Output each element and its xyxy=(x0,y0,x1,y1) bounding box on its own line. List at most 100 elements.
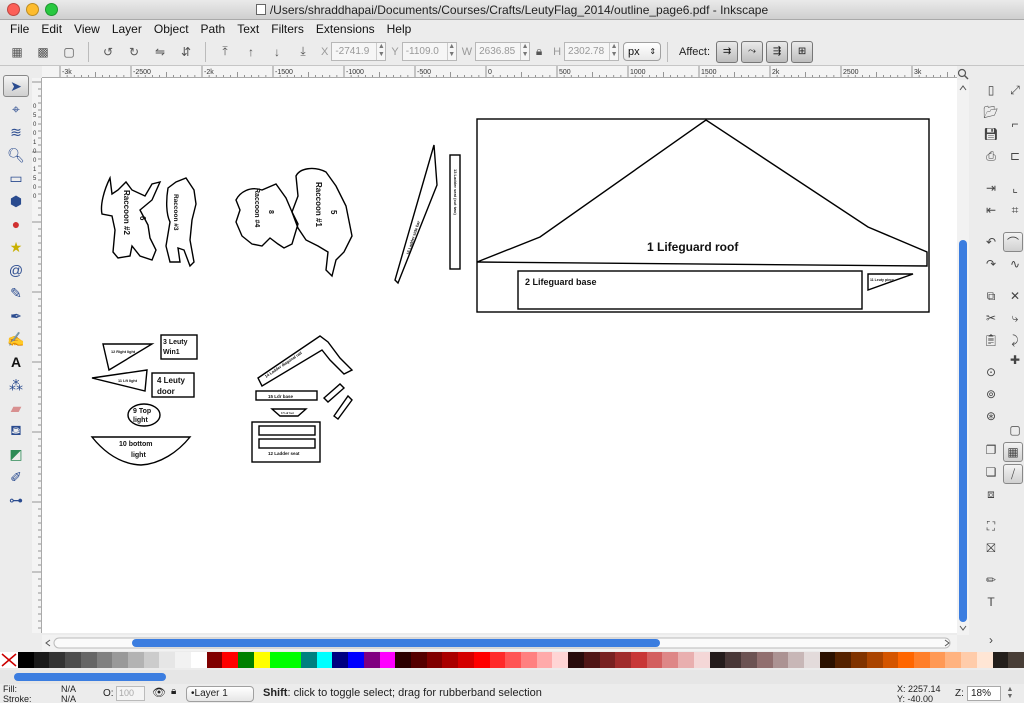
color-swatch[interactable] xyxy=(473,652,490,668)
color-swatch[interactable] xyxy=(772,652,789,668)
color-swatch[interactable] xyxy=(159,652,176,668)
ladder-small-piece-2[interactable] xyxy=(333,394,353,420)
deselect-icon[interactable]: ▢ xyxy=(58,41,80,63)
zoom-tool-icon[interactable]: 🔍︎ xyxy=(3,144,29,166)
paint-bucket-tool-icon[interactable]: ⛾ xyxy=(3,420,29,442)
color-swatch[interactable] xyxy=(536,652,553,668)
rotate-ccw-icon[interactable]: ↺ xyxy=(97,41,119,63)
no-paint-swatch[interactable] xyxy=(0,652,18,668)
color-swatch[interactable] xyxy=(756,652,773,668)
ladder-diagonal-shape[interactable] xyxy=(257,335,354,387)
color-swatch[interactable] xyxy=(929,652,946,668)
lower-icon[interactable]: ↓ xyxy=(266,41,288,63)
color-swatch[interactable] xyxy=(269,652,286,668)
menu-extensions[interactable]: Extensions xyxy=(310,20,381,38)
color-swatch[interactable] xyxy=(458,652,474,668)
snap-page-icon[interactable]: ▢ xyxy=(1005,420,1024,440)
color-swatch[interactable] xyxy=(426,652,443,668)
color-swatch[interactable] xyxy=(379,652,396,668)
color-swatch[interactable] xyxy=(646,652,663,668)
color-swatch[interactable] xyxy=(332,652,349,668)
horizontal-scroll-thumb[interactable] xyxy=(132,639,660,647)
save-icon[interactable]: 💾︎ xyxy=(981,124,1001,144)
fill-stroke-icon[interactable]: ✏ xyxy=(981,570,1001,590)
color-swatch[interactable] xyxy=(678,652,694,668)
color-swatch[interactable] xyxy=(898,652,914,668)
right-light-shape[interactable] xyxy=(102,343,155,372)
print-icon[interactable]: ⎙ xyxy=(981,146,1001,166)
transform-gradients-toggle[interactable]: ⇶ xyxy=(766,40,789,63)
import-icon[interactable]: ⇥ xyxy=(981,178,1001,198)
color-swatch[interactable] xyxy=(238,652,254,668)
color-swatch[interactable] xyxy=(65,652,81,668)
snap-center-icon[interactable]: ✚ xyxy=(1005,350,1024,370)
pen-tool-icon[interactable]: ✒ xyxy=(3,305,29,327)
color-swatch[interactable] xyxy=(33,652,50,668)
color-swatch[interactable] xyxy=(143,652,160,668)
color-swatch[interactable] xyxy=(992,652,1009,668)
color-swatch[interactable] xyxy=(316,652,333,668)
snap-path-icon[interactable]: ∿ xyxy=(1005,254,1024,274)
color-swatch[interactable] xyxy=(693,652,710,668)
eraser-tool-icon[interactable]: ▰ xyxy=(3,397,29,419)
duplicate-icon[interactable]: ❐ xyxy=(981,440,1001,460)
rectangle-tool-icon[interactable]: ▭ xyxy=(3,167,29,189)
raccoon-4-shape[interactable] xyxy=(235,183,299,249)
zoom-field[interactable]: 18% xyxy=(967,686,1001,701)
snap-cusp-icon[interactable]: ⤷ xyxy=(1005,308,1024,328)
w-field[interactable]: 2636.85 ▲ ▼ xyxy=(475,42,531,61)
scroll-left-icon[interactable] xyxy=(45,639,51,647)
color-swatch[interactable] xyxy=(882,652,899,668)
color-swatch[interactable] xyxy=(835,652,852,668)
color-swatch[interactable] xyxy=(552,652,569,668)
color-swatch[interactable] xyxy=(725,652,742,668)
text-tool-icon[interactable]: A xyxy=(3,351,29,373)
star-tool-icon[interactable]: ★ xyxy=(3,236,29,258)
zoom-drawing-icon[interactable]: ⊚ xyxy=(981,384,1001,404)
snap-grid-icon[interactable]: ▦ xyxy=(1003,442,1023,462)
selector-tool-icon[interactable]: ➤ xyxy=(3,75,29,97)
clone-icon[interactable]: ❏ xyxy=(981,462,1001,482)
drawing-canvas[interactable]: 1 Lifeguard roof 2 Lifeguard base 11 Leu… xyxy=(42,78,957,633)
horizontal-scrollbar[interactable] xyxy=(42,635,957,651)
menu-path[interactable]: Path xyxy=(195,20,232,38)
snap-guide-icon[interactable]: ⧸ xyxy=(1003,464,1023,484)
snap-intersection-icon[interactable]: ✕ xyxy=(1005,286,1024,306)
menu-file[interactable]: File xyxy=(4,20,35,38)
vertical-scroll-thumb[interactable] xyxy=(959,240,967,622)
color-swatch[interactable] xyxy=(866,652,883,668)
color-swatch[interactable] xyxy=(568,652,584,668)
unit-select[interactable]: px ⇕ xyxy=(623,42,662,61)
close-window-button[interactable] xyxy=(7,3,20,16)
menu-object[interactable]: Object xyxy=(148,20,195,38)
tweak-tool-icon[interactable]: ≋ xyxy=(3,121,29,143)
color-swatch[interactable] xyxy=(913,652,930,668)
raise-icon[interactable]: ↑ xyxy=(240,41,262,63)
zoom-stepper[interactable]: ▲ ▼ xyxy=(1005,686,1015,701)
color-swatch[interactable] xyxy=(175,652,191,668)
color-swatch[interactable] xyxy=(521,652,537,668)
menu-filters[interactable]: Filters xyxy=(265,20,310,38)
opacity-field[interactable]: 100 xyxy=(116,686,145,701)
text-font-icon[interactable]: T xyxy=(981,592,1001,612)
scale-corners-toggle[interactable]: ⤳ xyxy=(741,40,764,63)
y-stepper[interactable]: ▲ ▼ xyxy=(446,43,456,60)
snap-nodes-icon[interactable]: ⌒ xyxy=(1003,232,1023,252)
color-swatch[interactable] xyxy=(709,652,726,668)
lower-to-bottom-icon[interactable]: ⤓ xyxy=(292,41,314,63)
color-swatch[interactable] xyxy=(222,652,239,668)
color-swatch[interactable] xyxy=(662,652,679,668)
color-swatch[interactable] xyxy=(49,652,66,668)
ladder-seat-shape[interactable] xyxy=(251,421,321,463)
color-swatch[interactable] xyxy=(395,652,411,668)
menu-help[interactable]: Help xyxy=(381,20,418,38)
color-swatch[interactable] xyxy=(253,652,270,668)
3d-box-tool-icon[interactable]: ⬢ xyxy=(3,190,29,212)
maximize-window-button[interactable] xyxy=(45,3,58,16)
scroll-down-icon[interactable] xyxy=(959,625,967,631)
snap-edge-icon[interactable]: ⊏ xyxy=(1005,146,1024,166)
color-swatch[interactable] xyxy=(442,652,459,668)
ungroup-icon[interactable]: ⛝ xyxy=(981,538,1001,558)
color-swatch[interactable] xyxy=(788,652,804,668)
raccoon-3-shape[interactable] xyxy=(165,177,197,268)
